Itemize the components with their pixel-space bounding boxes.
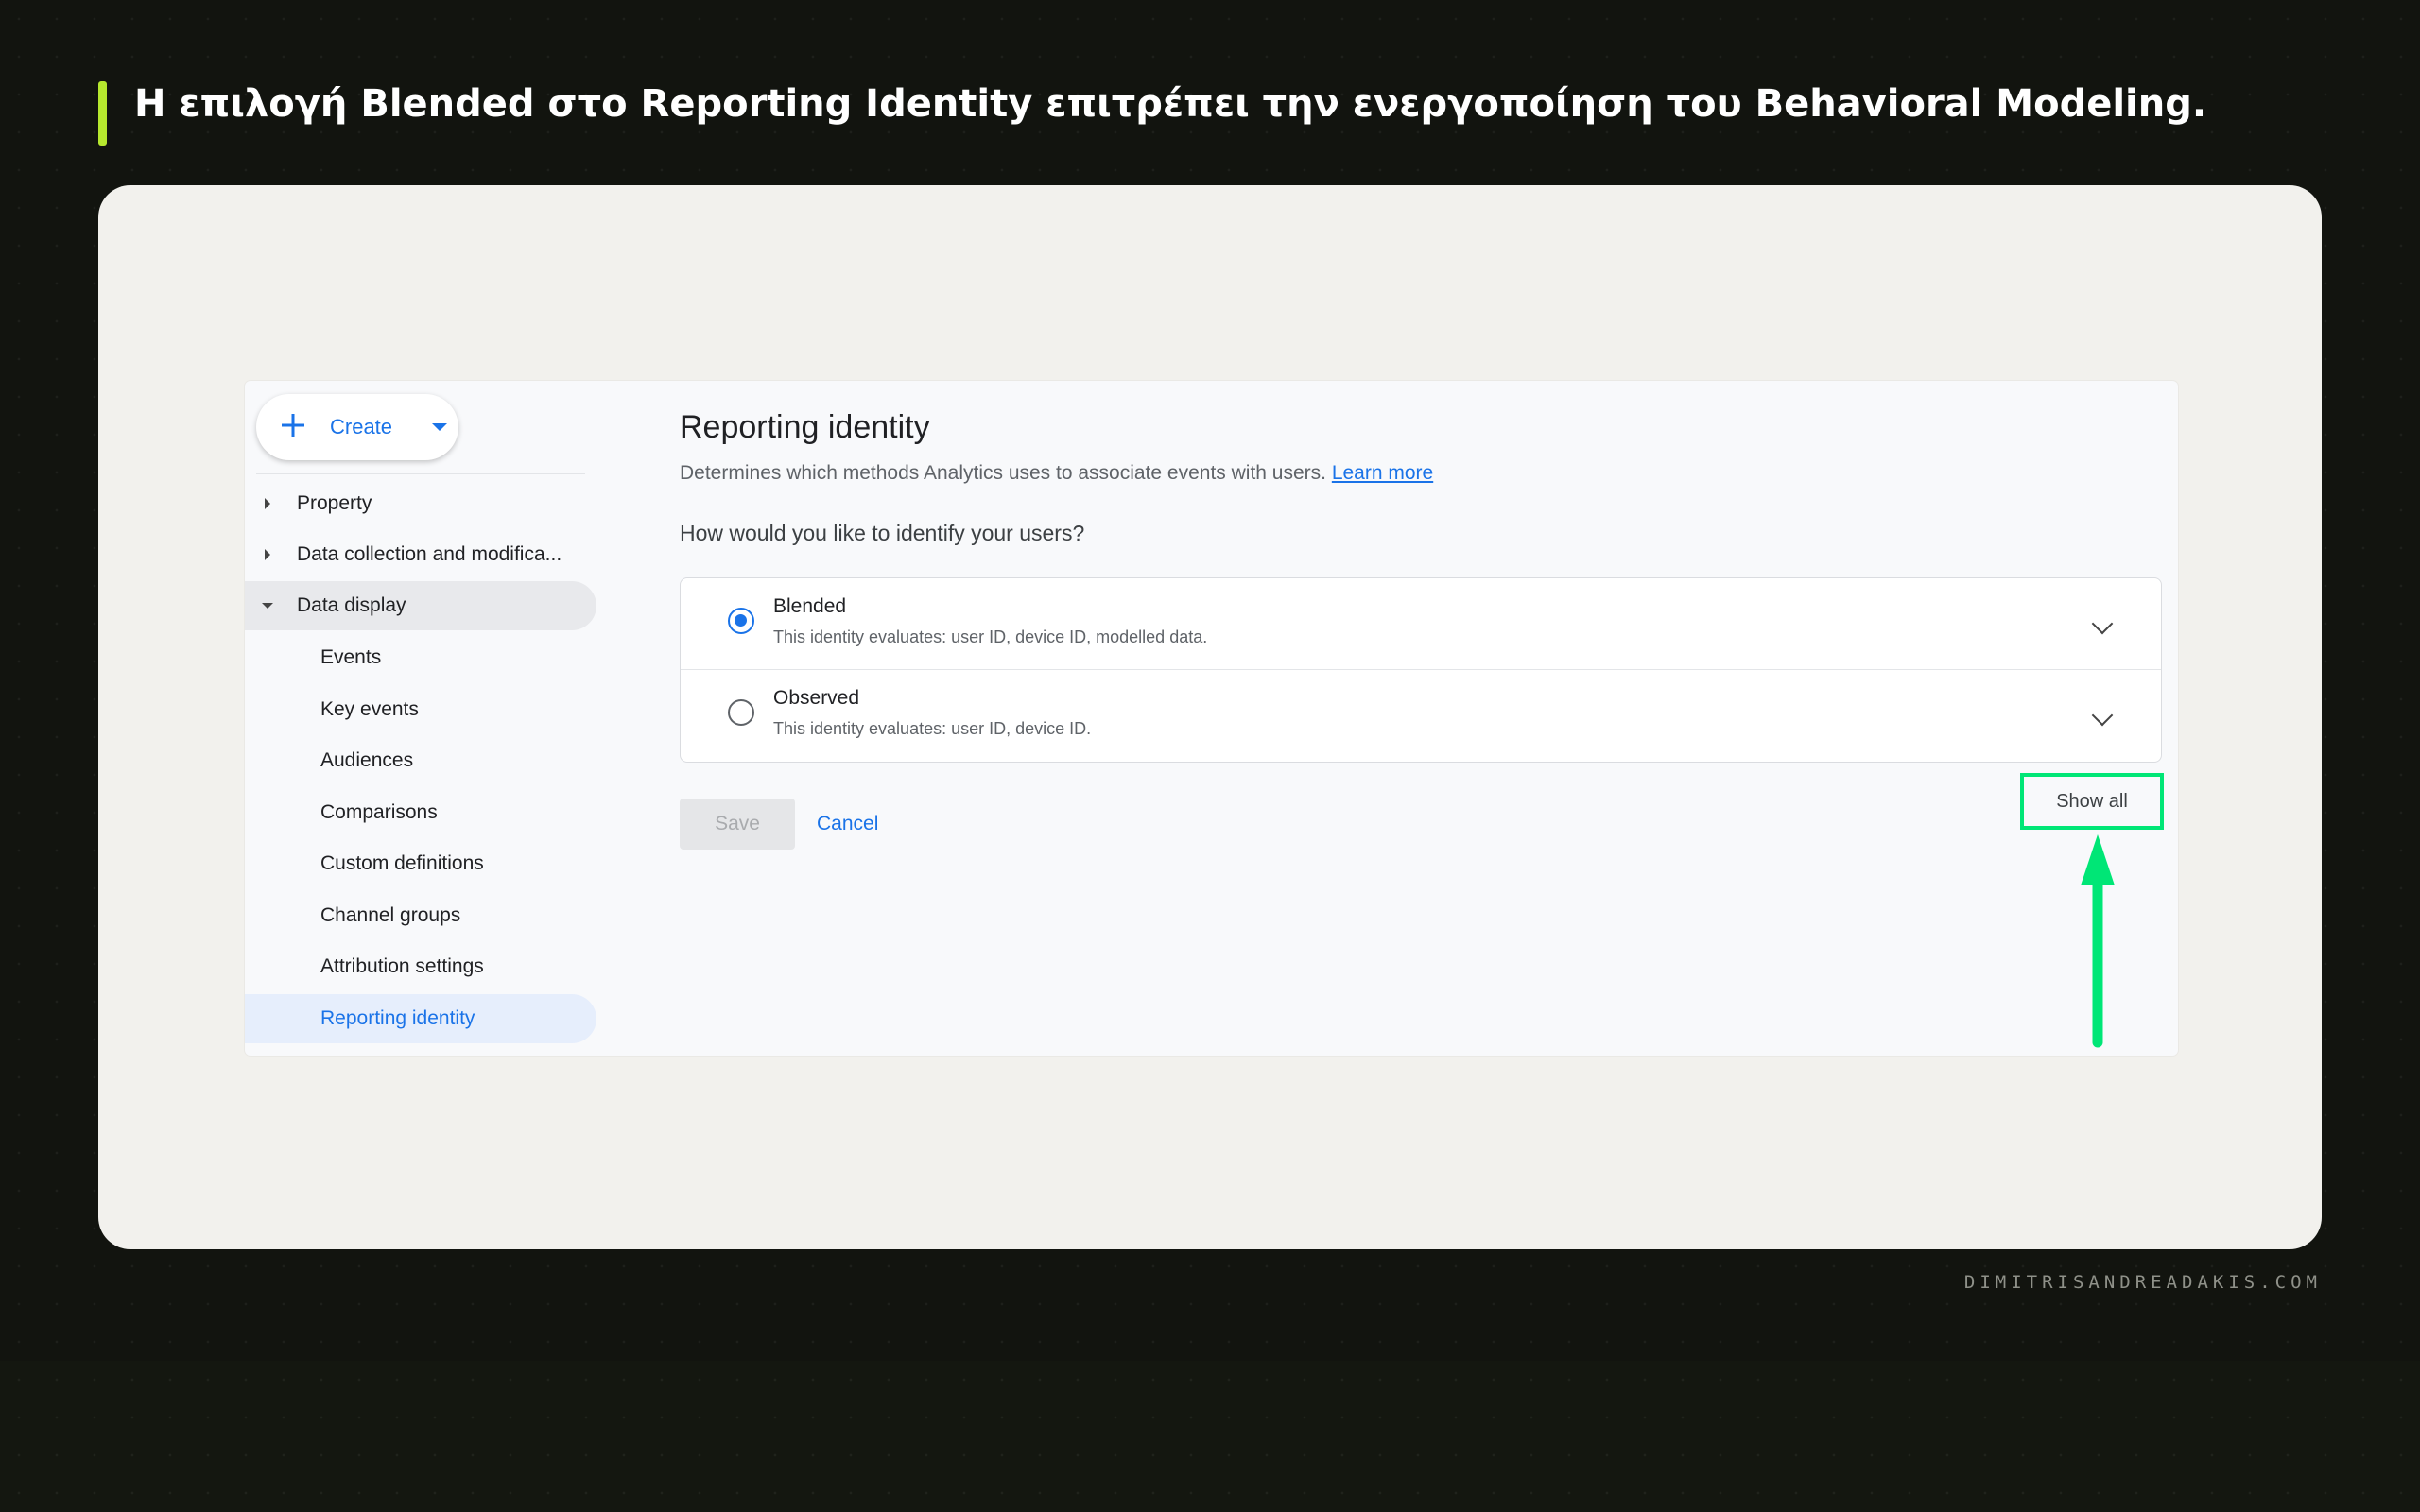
sidebar-item-label: Channel groups [320,904,461,926]
bottom-band [0,1361,2420,1512]
sidebar-item-label: Audiences [320,749,414,771]
chevron-down-icon[interactable] [2091,704,2114,727]
caret-down-icon [262,603,273,609]
sidebar-item-label: Data display [297,594,406,616]
radio-unselected[interactable] [728,699,754,726]
caret-right-icon [265,498,270,509]
sidebar-item-custom-definitions[interactable]: Custom definitions [245,839,596,888]
slide-heading: Η επιλογή Blended στο Reporting Identity… [134,82,2207,126]
sidebar-item-key-events[interactable]: Key events [245,685,596,734]
sidebar-item-property[interactable]: Property [245,479,596,528]
chevron-down-icon[interactable] [2091,612,2114,635]
sidebar-divider [256,473,585,474]
caret-right-icon [265,549,270,560]
sidebar-item-data-collection[interactable]: Data collection and modifica... [245,530,596,579]
option-name: Observed [773,687,860,709]
create-button[interactable]: Create [256,394,458,460]
sidebar-item-audiences[interactable]: Audiences [245,736,596,785]
identity-options: Blended This identity evaluates: user ID… [680,577,2162,763]
save-button[interactable]: Save [680,799,795,850]
learn-more-link[interactable]: Learn more [1332,462,1433,484]
heading-accent-bar [98,81,107,146]
option-name: Blended [773,595,847,617]
sidebar-item-label: Data collection and modifica... [297,543,562,565]
sidebar-item-label: Key events [320,698,419,720]
sidebar-item-events[interactable]: Events [245,633,596,682]
site-watermark: DIMITRISANDREADAKIS.COM [1963,1272,2322,1293]
sidebar-item-reporting-identity[interactable]: Reporting identity [245,994,596,1043]
sidebar-item-label: Attribution settings [320,955,484,977]
description-text: Determines which methods Analytics uses … [680,462,1326,484]
sidebar-item-label: Comparisons [320,801,438,823]
sidebar-item-label: Custom definitions [320,852,484,874]
sidebar-item-label: Events [320,646,382,668]
sidebar-item-channel-groups[interactable]: Channel groups [245,891,596,940]
ga-admin-screenshot: Create Property Data collection and modi… [245,381,2178,1056]
create-label: Create [330,415,393,438]
sidebar-item-attribution-settings[interactable]: Attribution settings [245,942,596,991]
radio-selected[interactable] [728,608,754,634]
identity-question: How would you like to identify your user… [680,521,1085,545]
caret-down-icon [432,423,447,431]
show-all-button[interactable]: Show all [2020,773,2164,830]
sidebar-item-comparisons[interactable]: Comparisons [245,788,596,837]
sidebar-item-data-display[interactable]: Data display [245,581,596,630]
cancel-button[interactable]: Cancel [817,799,878,850]
sidebar-item-label: Reporting identity [320,1007,475,1029]
option-blended[interactable]: Blended This identity evaluates: user ID… [681,578,2161,670]
page-title: Reporting identity [680,409,930,445]
sidebar-item-label: Property [297,492,372,514]
plus-icon [282,414,304,437]
option-description: This identity evaluates: user ID, device… [773,627,1208,646]
page-description: Determines which methods Analytics uses … [680,462,1433,485]
option-observed[interactable]: Observed This identity evaluates: user I… [681,670,2161,761]
option-description: This identity evaluates: user ID, device… [773,719,1092,738]
highlight-arrow-icon [2081,834,2115,1048]
